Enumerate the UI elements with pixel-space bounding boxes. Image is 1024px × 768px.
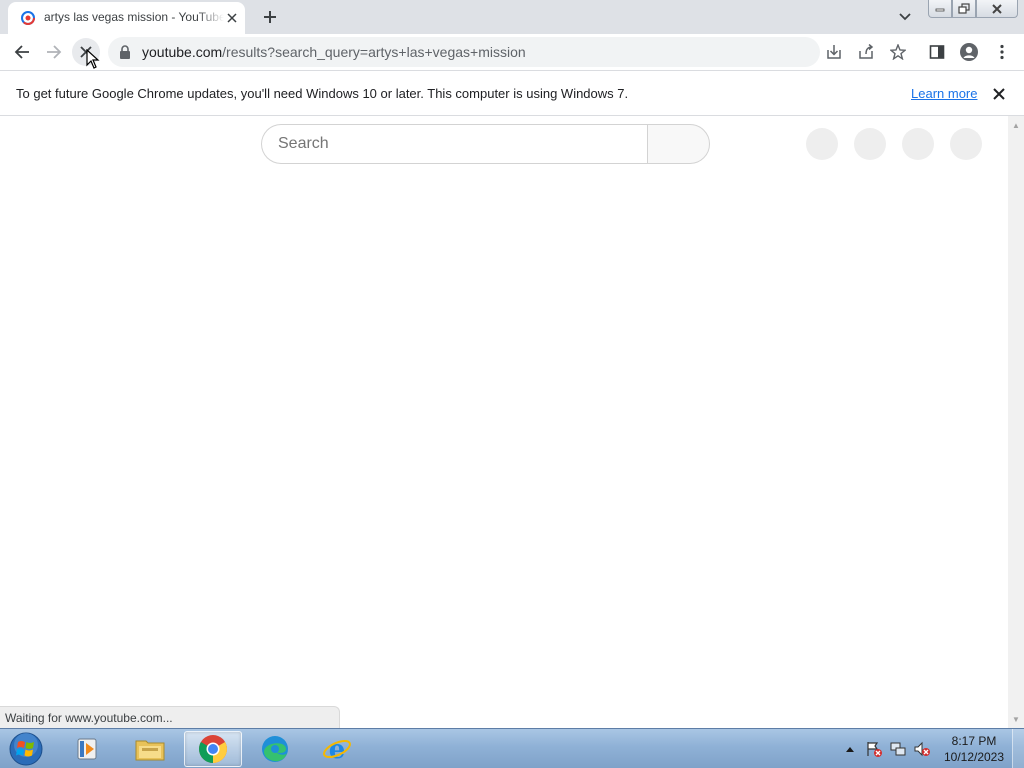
volume-muted-icon[interactable] xyxy=(912,739,932,759)
show-desktop-button[interactable] xyxy=(1012,729,1024,768)
infobar-message: To get future Google Chrome updates, you… xyxy=(16,86,629,101)
profile-avatar-icon[interactable] xyxy=(955,38,983,66)
chrome-taskbar-icon[interactable] xyxy=(184,731,242,767)
window-close-button[interactable] xyxy=(976,0,1018,18)
system-clock[interactable]: 8:17 PM 10/12/2023 xyxy=(938,733,1010,765)
url-text: youtube.com/results?search_query=artys+l… xyxy=(142,44,526,60)
tab-search-chevron-icon[interactable] xyxy=(894,6,916,28)
search-input[interactable]: Search xyxy=(261,124,647,164)
youtube-page: Search xyxy=(0,116,1008,728)
placeholder-circle-1 xyxy=(806,128,838,160)
tab-strip: artys las vegas mission - YouTube xyxy=(0,0,1024,34)
forward-button[interactable] xyxy=(40,38,68,66)
tab-title: artys las vegas mission - YouTube xyxy=(44,10,224,24)
update-infobar: To get future Google Chrome updates, you… xyxy=(0,71,1024,116)
loading-spinner-icon xyxy=(20,10,36,26)
placeholder-circle-4 xyxy=(950,128,982,160)
action-center-flag-icon[interactable] xyxy=(864,739,884,759)
internet-explorer-taskbar-icon[interactable]: e xyxy=(308,731,366,767)
address-bar[interactable]: youtube.com/results?search_query=artys+l… xyxy=(108,37,820,67)
search-placeholder: Search xyxy=(278,135,329,152)
file-explorer-taskbar-icon[interactable] xyxy=(121,731,179,767)
clock-date: 10/12/2023 xyxy=(943,750,1005,764)
window-minimize-button[interactable] xyxy=(928,0,952,18)
learn-more-link[interactable]: Learn more xyxy=(911,86,977,101)
edge-taskbar-icon[interactable] xyxy=(246,731,304,767)
new-tab-button[interactable] xyxy=(258,5,282,29)
status-bubble: Waiting for www.youtube.com... xyxy=(0,706,340,728)
tab-youtube[interactable]: artys las vegas mission - YouTube xyxy=(8,2,245,34)
placeholder-circle-2 xyxy=(854,128,886,160)
tab-close-icon[interactable] xyxy=(222,8,242,28)
taskbar: e 8:17 PM 10/12/2023 xyxy=(0,728,1024,768)
scroll-up-arrow-icon[interactable]: ▲ xyxy=(1008,118,1024,132)
status-text: Waiting for www.youtube.com... xyxy=(5,711,173,725)
install-app-icon[interactable] xyxy=(820,38,848,66)
show-hidden-icons-icon[interactable] xyxy=(842,741,858,757)
svg-text:e: e xyxy=(329,735,346,764)
start-button[interactable] xyxy=(6,730,46,768)
placeholder-circle-3 xyxy=(902,128,934,160)
back-button[interactable] xyxy=(8,38,36,66)
clock-time: 8:17 PM xyxy=(951,734,997,748)
browser-toolbar: youtube.com/results?search_query=artys+l… xyxy=(0,34,1024,71)
share-icon[interactable] xyxy=(852,38,880,66)
media-player-taskbar-icon[interactable] xyxy=(58,731,116,767)
scroll-down-arrow-icon[interactable]: ▼ xyxy=(1008,712,1024,726)
network-icon[interactable] xyxy=(888,739,908,759)
side-panel-icon[interactable] xyxy=(923,38,951,66)
infobar-close-icon[interactable] xyxy=(990,85,1008,103)
lock-icon[interactable] xyxy=(119,45,133,59)
window-restore-button[interactable] xyxy=(952,0,976,18)
menu-kebab-icon[interactable] xyxy=(988,38,1016,66)
search-button[interactable] xyxy=(647,124,710,164)
page-scrollbar[interactable]: ▲ ▼ xyxy=(1008,116,1024,728)
bookmark-star-icon[interactable] xyxy=(884,38,912,66)
